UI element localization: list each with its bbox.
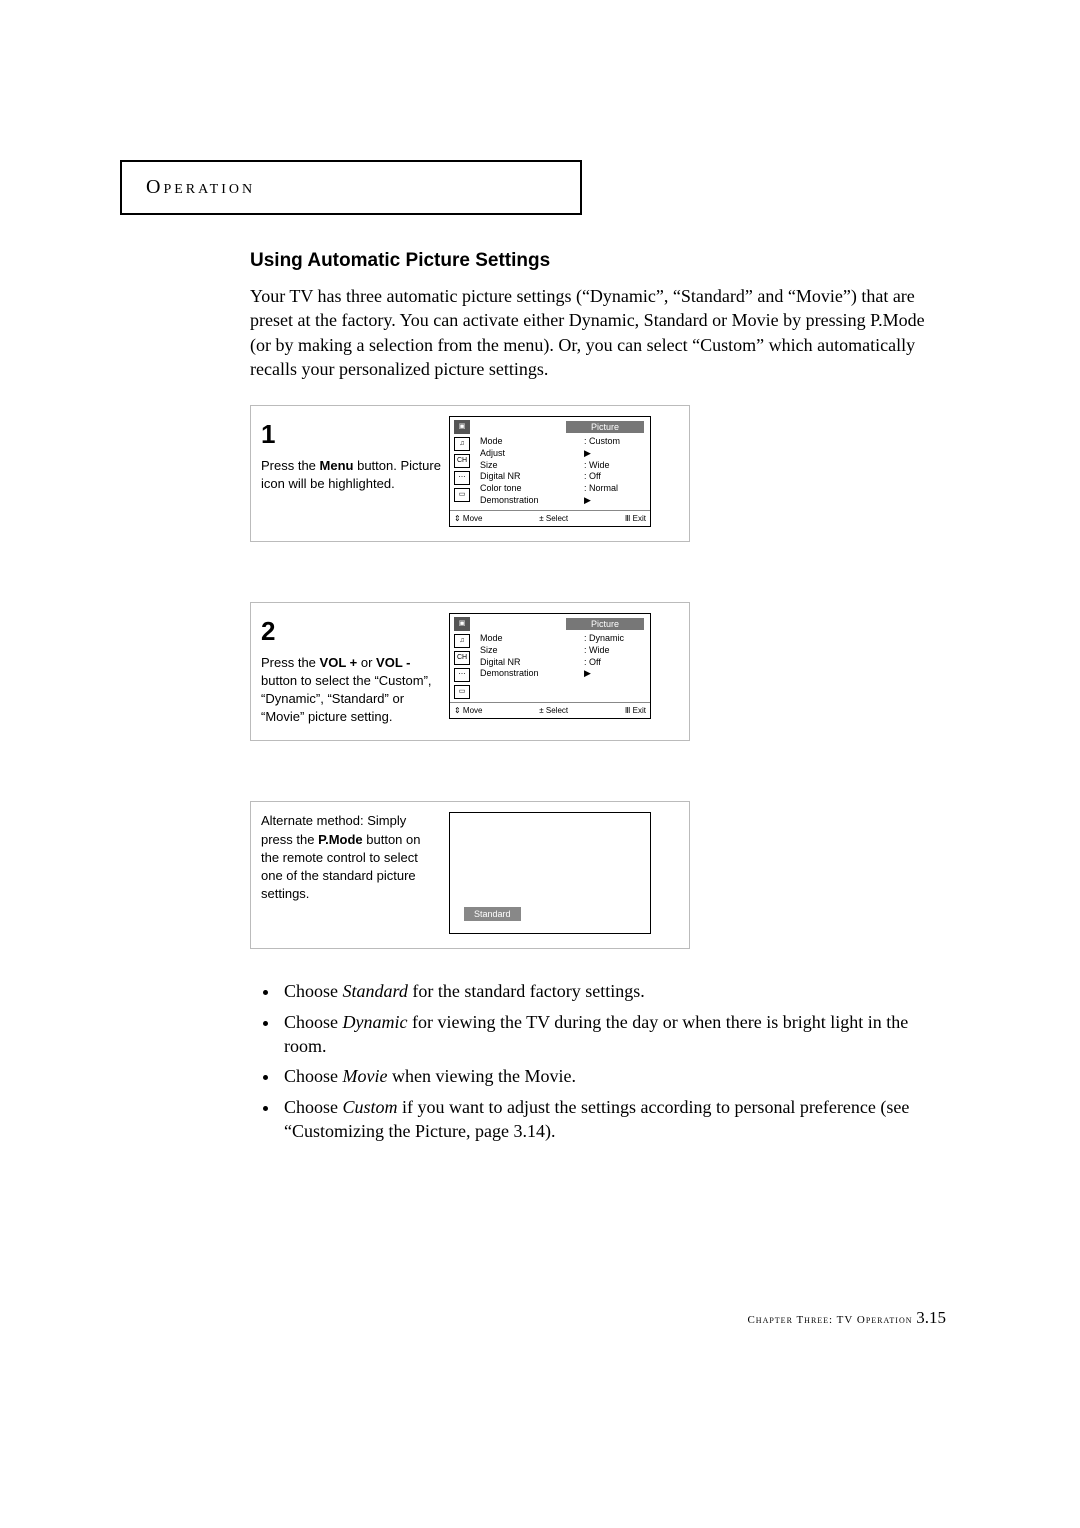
page-footer: Chapter Three: TV Operation 3.15: [747, 1308, 946, 1328]
sound-icon: ♫: [454, 437, 470, 451]
chapter-label: Chapter Three: TV Operation: [747, 1314, 916, 1326]
step-3-screen: Standard: [449, 812, 679, 934]
bullet-item: Choose Custom if you want to adjust the …: [280, 1095, 950, 1144]
osd-1-footer: ⇕ Move ± Select Ⅲ Exit: [450, 510, 650, 526]
osd-2: ▣ ♫ CH ⋯ ▭ Picture Mode: Dynamic Size: W…: [449, 613, 651, 719]
osd-icon-column: ▣ ♫ CH ⋯ ▭: [450, 614, 474, 702]
sound-icon: ♫: [454, 634, 470, 648]
function-icon: ⋯: [454, 668, 470, 682]
step-1-row: 1 Press the Menu button. Picture icon wi…: [250, 405, 690, 542]
step-2-text: 2 Press the VOL + or VOL - button to sel…: [261, 613, 441, 726]
osd-1-title: Picture: [566, 421, 644, 433]
header-text: Operation: [146, 176, 255, 198]
intro-paragraph: Your TV has three automatic picture sett…: [250, 284, 950, 381]
osd-1: ▣ ♫ CH ⋯ ▭ Picture Mode: Custom Adjust▶ …: [449, 416, 651, 527]
step-2-osd: ▣ ♫ CH ⋯ ▭ Picture Mode: Dynamic Size: W…: [449, 613, 679, 726]
channel-icon: CH: [454, 651, 470, 665]
header-box: Operation: [120, 160, 582, 215]
step-3-row: Alternate method: Simply press the P.Mod…: [250, 801, 690, 949]
step-1-number: 1: [261, 416, 441, 452]
section-title: Using Automatic Picture Settings: [250, 250, 950, 272]
picture-icon: ▣: [454, 617, 470, 631]
function-icon: ⋯: [454, 471, 470, 485]
step-1-osd: ▣ ♫ CH ⋯ ▭ Picture Mode: Custom Adjust▶ …: [449, 416, 679, 527]
step-2-number: 2: [261, 613, 441, 649]
content: Using Automatic Picture Settings Your TV…: [250, 250, 950, 1143]
bullet-item: Choose Movie when viewing the Movie.: [280, 1064, 950, 1088]
bullet-item: Choose Standard for the standard factory…: [280, 979, 950, 1003]
step-2-row: 2 Press the VOL + or VOL - button to sel…: [250, 602, 690, 741]
page-number: 3.15: [916, 1308, 946, 1327]
bullet-list: Choose Standard for the standard factory…: [250, 979, 950, 1143]
picture-icon: ▣: [454, 420, 470, 434]
bullet-item: Choose Dynamic for viewing the TV during…: [280, 1010, 950, 1059]
osd-2-title: Picture: [566, 618, 644, 630]
manual-page: Operation Using Automatic Picture Settin…: [0, 0, 1080, 1528]
step-3-text: Alternate method: Simply press the P.Mod…: [261, 812, 441, 934]
setup-icon: ▭: [454, 488, 470, 502]
setup-icon: ▭: [454, 685, 470, 699]
pmode-label: Standard: [464, 907, 521, 921]
step-1-text: 1 Press the Menu button. Picture icon wi…: [261, 416, 441, 527]
osd-icon-column: ▣ ♫ CH ⋯ ▭: [450, 417, 474, 510]
osd-2-footer: ⇕ Move ± Select Ⅲ Exit: [450, 702, 650, 718]
channel-icon: CH: [454, 454, 470, 468]
tv-screen: Standard: [449, 812, 651, 934]
